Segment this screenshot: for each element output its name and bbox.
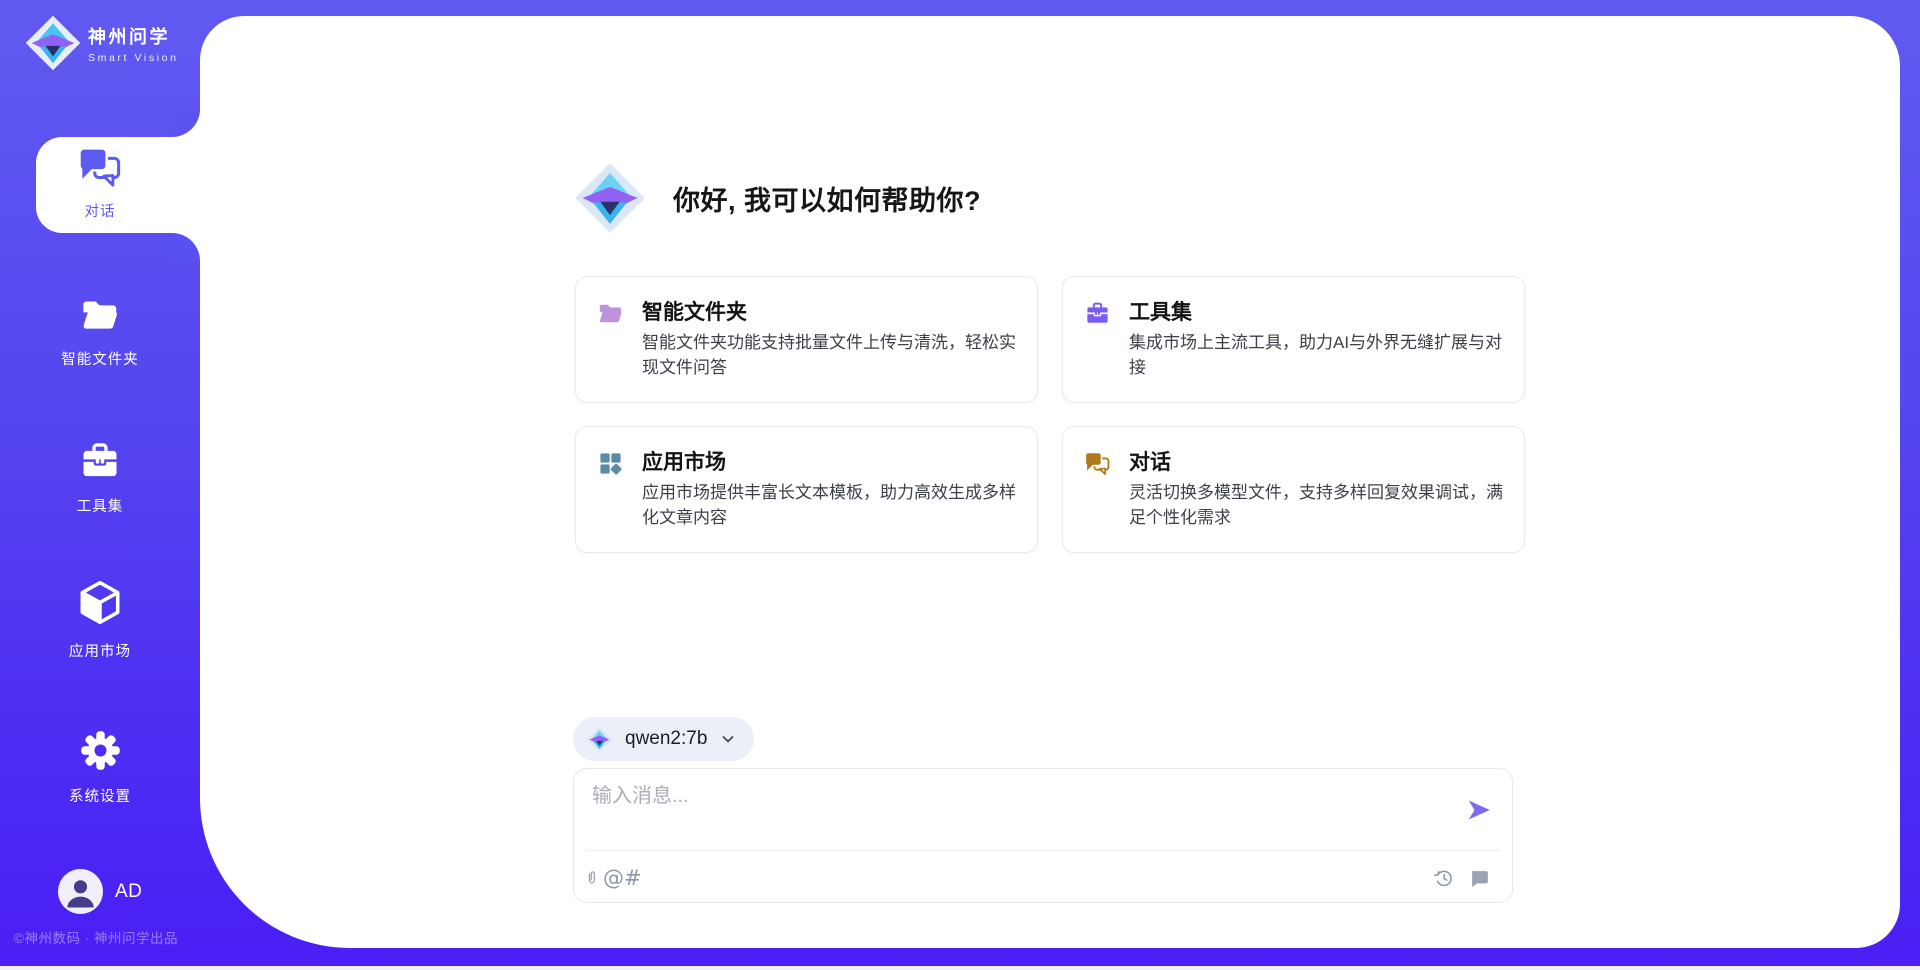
chevron-down-icon	[720, 731, 736, 747]
chat-bubbles-icon	[77, 146, 123, 193]
user-name: AD	[115, 881, 142, 903]
sidebar-item-app-market[interactable]: 应用市场	[0, 578, 200, 661]
sidebar-item-label: 对话	[85, 200, 116, 221]
sidebar-item-label: 工具集	[77, 495, 124, 516]
cube-icon	[75, 578, 125, 633]
tab-fillet-top	[172, 109, 200, 137]
brand: 神州问学 Smart Vision	[24, 14, 179, 72]
tab-fillet-bottom	[172, 233, 200, 261]
history-icon[interactable]	[1433, 865, 1455, 891]
sidebar-item-label: 应用市场	[69, 640, 131, 661]
sidebar: 神州问学 Smart Vision 对话 智能文件夹	[0, 0, 200, 970]
app-grid-icon	[597, 450, 624, 477]
card-smart-folder[interactable]: 智能文件夹 智能文件夹功能支持批量文件上传与清洗，轻松实现文件问答	[575, 276, 1038, 403]
toolbox-icon	[78, 439, 122, 488]
feature-cards: 智能文件夹 智能文件夹功能支持批量文件上传与清洗，轻松实现文件问答 工具集 集成…	[575, 276, 1525, 553]
sidebar-item-toolbox[interactable]: 工具集	[0, 439, 200, 516]
card-title: 应用市场	[642, 446, 726, 476]
card-description: 集成市场上主流工具，助力AI与外界无缝扩展与对接	[1129, 330, 1513, 380]
diamond-logo-icon	[586, 726, 613, 753]
model-name: qwen2:7b	[625, 728, 707, 750]
chat-bubbles-icon	[1084, 450, 1111, 477]
sidebar-item-label: 智能文件夹	[61, 348, 139, 369]
card-title: 对话	[1129, 446, 1171, 476]
card-title: 工具集	[1129, 296, 1192, 326]
main-content-panel: 你好, 我可以如何帮助你? 智能文件夹 智能文件夹功能支持批量文件上传与清洗，轻…	[200, 16, 1900, 948]
card-description: 智能文件夹功能支持批量文件上传与清洗，轻松实现文件问答	[642, 330, 1026, 380]
greeting-title: 你好, 我可以如何帮助你?	[673, 179, 981, 218]
user-profile[interactable]: AD	[58, 869, 142, 914]
composer-divider	[586, 850, 1500, 851]
diamond-logo-icon	[24, 14, 82, 72]
toolbox-icon	[1084, 300, 1111, 327]
card-description: 灵活切换多模型文件，支持多样回复效果调试，满足个性化需求	[1129, 480, 1513, 530]
card-app-market[interactable]: 应用市场 应用市场提供丰富长文本模板，助力高效生成多样化文章内容	[575, 426, 1038, 553]
sidebar-item-settings[interactable]: 系统设置	[0, 728, 200, 806]
card-description: 应用市场提供丰富长文本模板，助力高效生成多样化文章内容	[642, 480, 1026, 530]
attachment-icon[interactable]	[584, 865, 600, 891]
folder-open-icon	[597, 300, 624, 327]
sidebar-item-chat[interactable]: 对话	[0, 146, 200, 221]
diamond-logo-icon	[573, 159, 647, 237]
hashtag-icon[interactable]: #	[624, 865, 642, 891]
card-toolbox[interactable]: 工具集 集成市场上主流工具，助力AI与外界无缝扩展与对接	[1062, 276, 1525, 403]
copyright-footer: ©神州数码 · 神州问学出品	[14, 927, 178, 947]
sidebar-item-label: 系统设置	[69, 785, 131, 806]
comment-icon[interactable]	[1468, 865, 1490, 891]
sidebar-item-smart-folder[interactable]: 智能文件夹	[0, 294, 200, 369]
user-avatar	[58, 869, 103, 914]
model-selector[interactable]: qwen2:7b	[573, 717, 754, 761]
message-composer: @ #	[573, 768, 1513, 903]
send-icon[interactable]	[1466, 797, 1492, 823]
card-title: 智能文件夹	[642, 296, 747, 326]
folder-icon	[79, 294, 121, 341]
brand-subtitle: Smart Vision	[88, 52, 179, 64]
greeting: 你好, 我可以如何帮助你?	[573, 159, 981, 237]
card-chat[interactable]: 对话 灵活切换多模型文件，支持多样回复效果调试，满足个性化需求	[1062, 426, 1525, 553]
mention-icon[interactable]: @	[603, 865, 624, 891]
message-input[interactable]	[590, 784, 1414, 809]
gear-icon	[78, 728, 123, 778]
horizontal-scrollbar[interactable]	[0, 966, 1920, 970]
brand-name: 神州问学	[88, 23, 179, 49]
